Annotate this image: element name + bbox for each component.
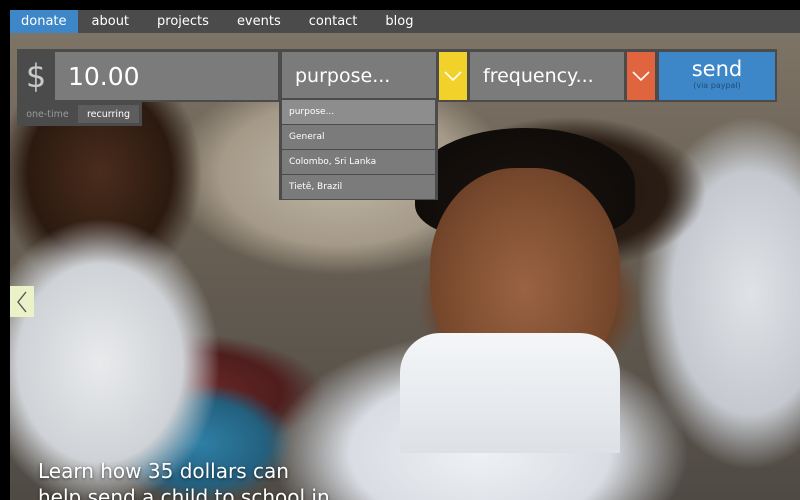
carousel-prev-button[interactable] bbox=[10, 286, 34, 317]
send-sublabel: (via paypal) bbox=[693, 81, 741, 90]
purpose-dropdown-button[interactable] bbox=[439, 52, 467, 100]
frequency-select[interactable]: frequency... bbox=[470, 52, 624, 100]
chevron-down-icon bbox=[632, 71, 650, 82]
nav-item-about[interactable]: about bbox=[78, 10, 144, 33]
frequency-dropdown-button[interactable] bbox=[627, 52, 655, 100]
purpose-option[interactable]: General bbox=[282, 125, 435, 149]
purpose-option[interactable]: purpose... bbox=[282, 100, 435, 124]
send-label: send bbox=[691, 57, 743, 81]
purpose-dropdown-menu: purpose... General Colombo, Sri Lanka Ti… bbox=[279, 98, 438, 200]
nav-item-donate[interactable]: donate bbox=[10, 10, 78, 33]
toggle-recurring[interactable]: recurring bbox=[78, 105, 139, 123]
nav-item-contact[interactable]: contact bbox=[295, 10, 372, 33]
send-button[interactable]: send (via paypal) bbox=[659, 52, 775, 100]
currency-symbol: $ bbox=[17, 49, 55, 102]
frequency-toggle: one-time recurring bbox=[17, 102, 142, 126]
chevron-down-icon bbox=[444, 71, 462, 82]
top-navigation: donate about projects events contact blo… bbox=[10, 10, 800, 33]
purpose-option[interactable]: Tietê, Brazil bbox=[282, 175, 435, 199]
nav-item-events[interactable]: events bbox=[223, 10, 295, 33]
chevron-left-icon bbox=[17, 291, 27, 312]
amount-input[interactable]: 10.00 bbox=[55, 52, 278, 100]
purpose-option[interactable]: Colombo, Sri Lanka bbox=[282, 150, 435, 174]
toggle-one-time[interactable]: one-time bbox=[17, 102, 78, 126]
hero-photo-shirt bbox=[400, 333, 620, 453]
nav-item-projects[interactable]: projects bbox=[143, 10, 223, 33]
purpose-select[interactable]: purpose... bbox=[282, 52, 436, 100]
hero-caption: Learn how 35 dollars can help send a chi… bbox=[38, 459, 330, 500]
nav-item-blog[interactable]: blog bbox=[371, 10, 427, 33]
